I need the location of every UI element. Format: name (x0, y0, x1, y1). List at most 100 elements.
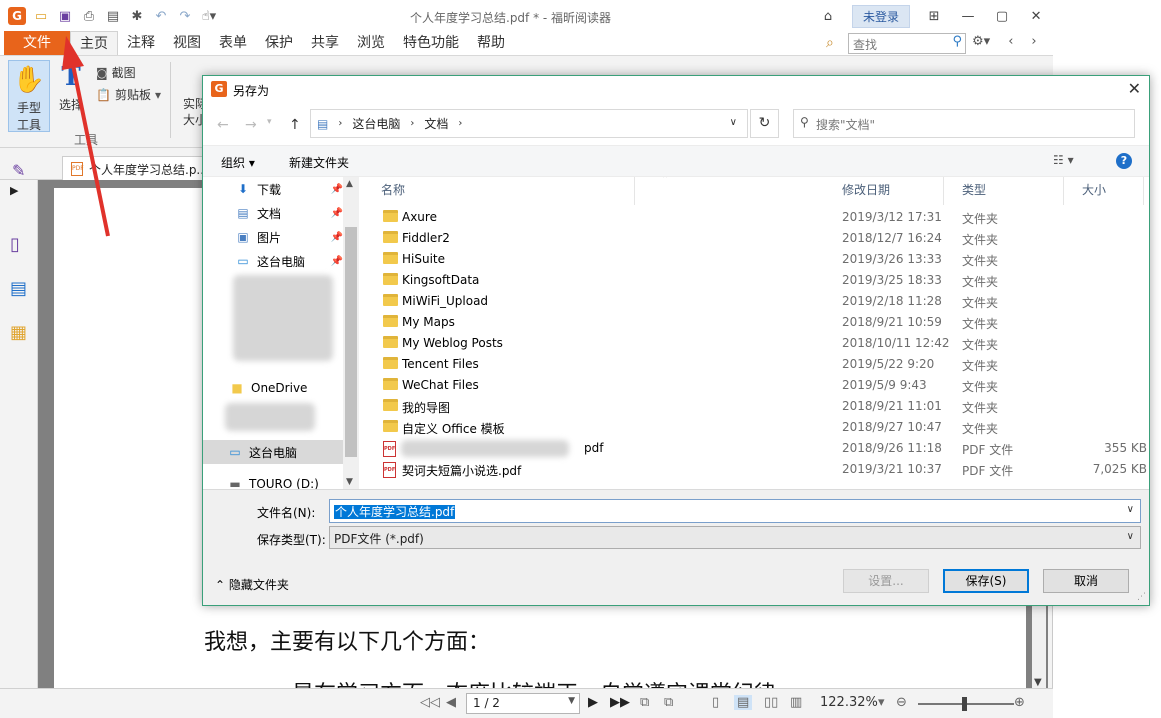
screenshot-button[interactable]: ◙ 截图 (96, 64, 136, 81)
back-arrow-icon[interactable]: ← (217, 117, 229, 133)
redo-icon[interactable]: ↷ (176, 7, 194, 25)
layout-grid-icon[interactable]: ⊞ (924, 9, 944, 24)
breadcrumb-item[interactable]: 文档 (424, 115, 448, 132)
file-row[interactable]: HiSuite 2019/3/26 13:33 文件夹 (363, 249, 1149, 270)
hide-folders-toggle[interactable]: ⌃ 隐藏文件夹 (215, 576, 289, 593)
file-row[interactable]: Fiddler2 2018/12/7 16:24 文件夹 (363, 228, 1149, 249)
tab-view[interactable]: 视图 (164, 31, 210, 55)
find-folder-icon[interactable]: ⌕ (826, 35, 834, 51)
zoom-value[interactable]: 122.32% (820, 695, 878, 710)
comments-icon[interactable]: ▦ (10, 322, 27, 343)
scroll-down-icon[interactable]: ▼ (1034, 677, 1042, 688)
tab-help[interactable]: 帮助 (468, 31, 514, 55)
file-row[interactable]: KingsoftData 2019/3/25 18:33 文件夹 (363, 270, 1149, 291)
split-view-icon[interactable]: ⧉ (664, 695, 673, 710)
dialog-search-input[interactable]: ⚲ 搜索"文档" (793, 109, 1135, 138)
pin-icon[interactable]: 📌 (331, 208, 343, 219)
skin-icon[interactable]: ⌂ (818, 9, 838, 24)
scroll-up-icon[interactable]: ▲ (346, 179, 353, 189)
hand-tool-dropdown-icon[interactable]: ☝▾ (200, 7, 218, 25)
tab-file[interactable]: 文件 (4, 31, 70, 55)
next-result-icon[interactable]: › (1031, 34, 1036, 49)
column-header-type[interactable]: 类型 (944, 177, 1064, 205)
nav-item-onedrive[interactable]: ■ OneDrive (203, 376, 343, 400)
scan-icon[interactable]: ▤ (104, 7, 122, 25)
save-button[interactable]: 保存(S) (943, 569, 1029, 593)
scrollbar-thumb[interactable] (345, 227, 357, 457)
prev-page-icon[interactable]: ◀ (446, 695, 456, 710)
column-header-size[interactable]: 大小 (1064, 177, 1144, 205)
new-icon[interactable]: ✱ (128, 7, 146, 25)
first-page-icon[interactable]: ◁◁ (420, 695, 440, 710)
filetype-select[interactable]: PDF文件 (*.pdf) ∨ (329, 526, 1141, 549)
forward-arrow-icon[interactable]: → (245, 117, 257, 133)
print-icon[interactable]: ⎙ (80, 7, 98, 25)
tab-share[interactable]: 共享 (302, 31, 348, 55)
address-bar[interactable]: ▤ › 这台电脑 › 文档 › ∨ (310, 109, 748, 138)
login-button[interactable]: 未登录 (852, 5, 911, 28)
dialog-close-icon[interactable]: ✕ (1128, 79, 1141, 98)
pages-icon[interactable]: ▤ (10, 278, 27, 299)
tab-home[interactable]: 主页 (70, 31, 118, 55)
continuous-page-icon[interactable]: ▤ (734, 695, 753, 710)
search-input[interactable]: 查找 ⚲ (848, 33, 966, 54)
tab-protect[interactable]: 保护 (256, 31, 302, 55)
tab-browse[interactable]: 浏览 (348, 31, 394, 55)
column-header-date[interactable]: 修改日期 (824, 177, 944, 205)
zoom-dropdown-icon[interactable]: ▾ (878, 695, 885, 710)
file-row[interactable]: WeChat Files 2019/5/9 9:43 文件夹 (363, 375, 1149, 396)
pin-icon[interactable]: 📌 (331, 232, 343, 243)
pin-icon[interactable]: 📌 (331, 184, 343, 195)
nav-item-pictures[interactable]: ▣ 图片 📌 (203, 225, 343, 249)
refresh-button[interactable]: ↻ (750, 109, 779, 138)
tab-comment[interactable]: 注释 (118, 31, 164, 55)
file-row[interactable]: Tencent Files 2019/5/22 9:20 文件夹 (363, 354, 1149, 375)
hand-tool-button[interactable]: ✋ 手型 工具 (8, 60, 50, 132)
file-row[interactable]: 自定义 Office 模板 2018/9/27 10:47 文件夹 (363, 417, 1149, 438)
pin-icon[interactable]: 📌 (331, 256, 343, 267)
breadcrumb-item[interactable]: 这台电脑 (352, 115, 400, 132)
chevron-right-icon[interactable]: › (458, 118, 462, 129)
resize-grip-icon[interactable]: ⋰ (1137, 592, 1146, 602)
cancel-button[interactable]: 取消 (1043, 569, 1129, 593)
settings-button[interactable]: 设置... (843, 569, 929, 593)
nav-item-this-pc-quick[interactable]: ▭ 这台电脑 📌 (203, 249, 343, 273)
filename-field[interactable]: 个人年度学习总结.pdf ∨ (329, 499, 1141, 523)
new-folder-button[interactable]: 新建文件夹 (289, 154, 349, 171)
recent-locations-icon[interactable]: ▾ (267, 117, 272, 127)
page-number-input[interactable]: 1 / 2 ▼ (466, 693, 580, 714)
scroll-down-icon[interactable]: ▼ (346, 477, 353, 487)
file-row[interactable]: 我的导图 2018/9/21 11:01 文件夹 (363, 396, 1149, 417)
nav-item-downloads[interactable]: ⬇ 下载 📌 (203, 177, 343, 201)
organize-button[interactable]: 组织 ▾ (221, 154, 255, 171)
file-row[interactable]: My Weblog Posts 2018/10/11 12:42 文件夹 (363, 333, 1149, 354)
last-page-icon[interactable]: ▶▶ (610, 695, 630, 710)
open-folder-icon[interactable]: ▭ (32, 7, 50, 25)
chevron-down-icon[interactable]: ∨ (730, 117, 737, 128)
tab-form[interactable]: 表单 (210, 31, 256, 55)
search-icon[interactable]: ⚲ (952, 34, 962, 49)
chevron-right-icon[interactable]: › (338, 118, 342, 129)
file-row[interactable]: My Maps 2018/9/21 10:59 文件夹 (363, 312, 1149, 333)
file-row[interactable]: PDF pdf 2018/9/26 11:18 PDF 文件 355 KB (363, 438, 1149, 459)
next-page-icon[interactable]: ▶ (588, 695, 598, 710)
up-arrow-icon[interactable]: ↑ (289, 117, 301, 133)
zoom-out-icon[interactable]: ⊖ (896, 695, 907, 710)
copy-view-icon[interactable]: ⧉ (640, 695, 649, 710)
navigation-panel-icon[interactable]: ✎ (12, 161, 25, 180)
prev-result-icon[interactable]: ‹ (1008, 34, 1013, 49)
tab-features[interactable]: 特色功能 (394, 31, 468, 55)
file-row[interactable]: Axure 2019/3/12 17:31 文件夹 (363, 207, 1149, 228)
view-options-icon[interactable]: ☷ ▾ (1053, 153, 1074, 167)
undo-icon[interactable]: ↶ (152, 7, 170, 25)
column-header-name[interactable]: 名称 (363, 177, 635, 205)
nav-item-documents[interactable]: ▤ 文档 📌 (203, 201, 343, 225)
clipboard-button[interactable]: 📋 剪贴板 ▾ (96, 86, 161, 103)
zoom-slider-handle[interactable] (962, 697, 967, 711)
nav-item-this-pc[interactable]: ▭ 这台电脑 (203, 440, 343, 464)
zoom-in-icon[interactable]: ⊕ (1014, 695, 1025, 710)
save-icon[interactable]: ▣ (56, 7, 74, 25)
expand-arrow-icon[interactable]: ▶ (10, 184, 18, 197)
file-row[interactable]: MiWiFi_Upload 2019/2/18 11:28 文件夹 (363, 291, 1149, 312)
minimize-icon[interactable]: — (958, 9, 978, 24)
